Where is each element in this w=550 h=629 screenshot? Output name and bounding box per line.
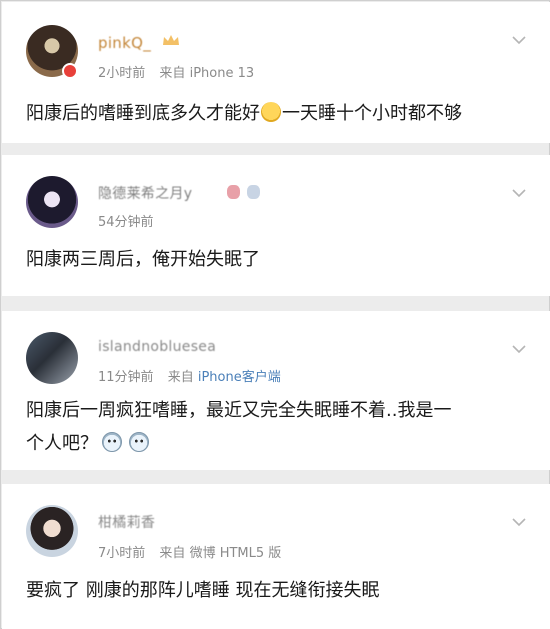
badge-icon	[247, 185, 260, 199]
client-name: 微博 HTML5 版	[189, 546, 282, 561]
crying-face-emoji-icon	[102, 432, 122, 452]
comment-text-part: 一天睡十个小时都不够	[282, 103, 462, 124]
username[interactable]: 隐德莱希之月y	[98, 183, 192, 203]
comment-text-part: 个人吧？	[26, 433, 98, 454]
comment-card: islandnobluesea 11分钟前 来自 iPhone客户端 阳康后一周…	[2, 311, 550, 470]
smirk-emoji-icon	[261, 102, 281, 122]
comment-text: 阳康后的嗜睡到底多久才能好 一天睡十个小时都不够	[26, 97, 526, 130]
client-link[interactable]: iPhone客户端	[198, 370, 281, 385]
comment-text: 阳康后一周疯狂嗜睡，最近又完全失眠睡不着..我是一 个人吧？	[26, 394, 526, 460]
comment-text: 要疯了 刚康的那阵儿嗜睡 现在无缝衔接失眠	[26, 580, 380, 601]
crown-icon	[163, 35, 179, 45]
source-prefix: 来自	[159, 546, 186, 561]
source-prefix: 来自	[159, 66, 186, 81]
comment-meta: 7小时前 来自 微博 HTML5 版	[98, 542, 281, 561]
avatar[interactable]	[26, 505, 78, 557]
chevron-down-icon[interactable]	[512, 344, 526, 354]
comment-text-part: 阳康后的嗜睡到底多久才能好	[26, 103, 260, 124]
comment-card: pinkQ_ 2小时前 来自 iPhone 13 阳康后的嗜睡到底多久才能好 一天…	[2, 2, 550, 143]
verified-badge-icon	[62, 63, 78, 79]
username[interactable]: 柑橘莉香	[98, 512, 155, 532]
username[interactable]: pinkQ_	[98, 34, 151, 52]
badge-icon	[227, 185, 240, 199]
client-name: iPhone 13	[189, 66, 255, 81]
comment-card: 隐德莱希之月y 54分钟前 阳康两三周后，俺开始失眠了	[2, 155, 550, 296]
chevron-down-icon[interactable]	[512, 517, 526, 527]
comment-meta: 11分钟前 来自 iPhone客户端	[98, 366, 281, 385]
timestamp: 7小时前	[98, 546, 146, 561]
timestamp: 2小时前	[98, 66, 146, 81]
timestamp: 11分钟前	[98, 370, 154, 385]
comment-meta: 2小时前 来自 iPhone 13	[98, 62, 254, 81]
chevron-down-icon[interactable]	[512, 35, 526, 45]
avatar[interactable]	[26, 176, 78, 228]
comment-card: 柑橘莉香 7小时前 来自 微博 HTML5 版 要疯了 刚康的那阵儿嗜睡 现在无…	[2, 484, 550, 629]
chevron-down-icon[interactable]	[512, 188, 526, 198]
comment-meta: 54分钟前	[98, 211, 154, 230]
comment-text: 阳康两三周后，俺开始失眠了	[26, 249, 260, 270]
source-prefix: 来自	[167, 370, 194, 385]
avatar[interactable]	[26, 332, 78, 384]
comment-feed: pinkQ_ 2小时前 来自 iPhone 13 阳康后的嗜睡到底多久才能好 一天…	[0, 0, 550, 629]
timestamp: 54分钟前	[98, 215, 154, 230]
username[interactable]: islandnobluesea	[98, 339, 216, 355]
comment-text-line: 阳康后一周疯狂嗜睡，最近又完全失眠睡不着..我是一	[26, 400, 452, 421]
comment-text-line: 个人吧？	[26, 427, 526, 460]
crying-face-emoji-icon	[129, 432, 149, 452]
